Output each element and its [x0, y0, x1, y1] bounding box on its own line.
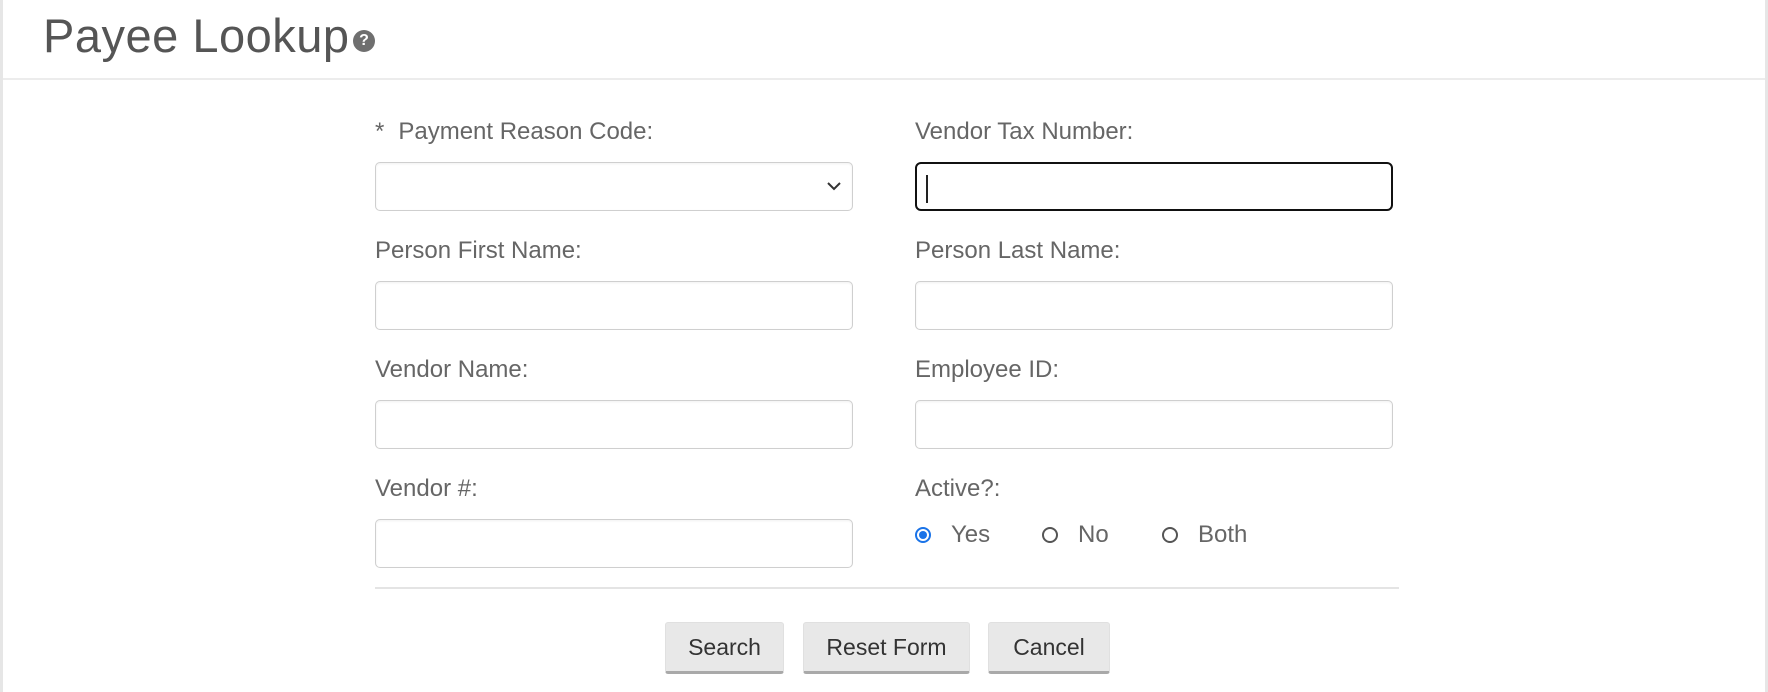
active-yes-label[interactable]: Yes: [951, 521, 990, 549]
person-last-name-input[interactable]: [915, 281, 1393, 330]
active-label: Active?:: [915, 475, 1001, 502]
chevron-down-icon: [827, 182, 841, 191]
vendor-number-label: Vendor #:: [375, 475, 478, 502]
employee-id-label: Employee ID:: [915, 356, 1060, 383]
page-title: Payee Lookup: [43, 9, 350, 62]
page-header: Payee Lookup ?: [3, 0, 1765, 80]
vendor-name-input[interactable]: [375, 400, 853, 449]
vendor-number-input[interactable]: [375, 519, 853, 568]
active-both-label[interactable]: Both: [1198, 521, 1247, 549]
payment-reason-code-label-text: Payment Reason Code:: [398, 118, 654, 145]
person-first-name-label: Person First Name:: [375, 237, 582, 264]
required-marker: *: [375, 118, 385, 145]
active-no-label[interactable]: No: [1078, 521, 1109, 549]
payment-reason-code-label: * Payment Reason Code:: [375, 118, 653, 146]
payment-reason-code-select[interactable]: [375, 162, 853, 211]
vendor-tax-number-label: Vendor Tax Number:: [915, 118, 1134, 145]
person-last-name-label: Person Last Name:: [915, 237, 1121, 264]
person-first-name-input[interactable]: [375, 281, 853, 330]
help-icon[interactable]: ?: [353, 30, 375, 52]
employee-id-input[interactable]: [915, 400, 1393, 449]
active-both-radio[interactable]: [1162, 527, 1178, 543]
cancel-button[interactable]: Cancel: [988, 622, 1110, 674]
vendor-name-label: Vendor Name:: [375, 356, 529, 383]
active-no-radio[interactable]: [1042, 527, 1058, 543]
vendor-tax-number-input[interactable]: [915, 162, 1393, 211]
form-divider: [375, 587, 1399, 589]
active-yes-radio[interactable]: [915, 527, 931, 543]
reset-form-button[interactable]: Reset Form: [803, 622, 970, 674]
search-button[interactable]: Search: [665, 622, 784, 674]
payee-lookup-page: Payee Lookup ? * Payment Reason Code: Ven…: [0, 0, 1768, 692]
text-caret: [926, 175, 928, 203]
